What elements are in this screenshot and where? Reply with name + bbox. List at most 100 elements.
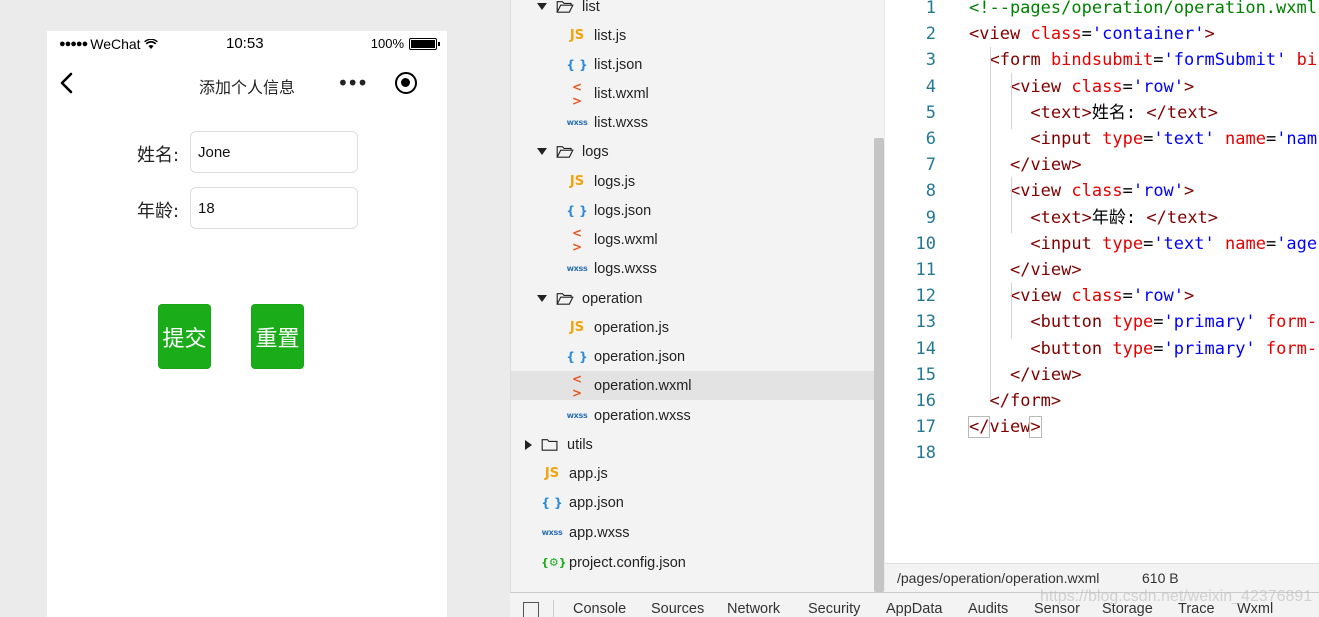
- tab-console[interactable]: Console: [573, 601, 626, 617]
- file-tree-panel: list JS list.js { } list.json < > list.wxml wxs…: [510, 0, 884, 592]
- code-text: <form bindsubmit='formSubmit' bi: [989, 50, 1318, 71]
- tree-file[interactable]: {⚙} project.config.json: [511, 548, 875, 577]
- tab-wxml[interactable]: Wxml: [1237, 601, 1273, 617]
- code-line: 15 </view>: [885, 362, 1319, 388]
- code-text: <view class='row'>: [1009, 181, 1195, 202]
- line-number: 9: [925, 207, 936, 228]
- tree-item-label: operation.wxml: [594, 377, 692, 394]
- tree-file[interactable]: { } logs.json: [511, 196, 875, 225]
- tree-item-label: list: [582, 0, 600, 15]
- battery-percent: 100%: [370, 36, 404, 51]
- tab-sensor[interactable]: Sensor: [1034, 601, 1080, 617]
- code-line: 16 </form>: [885, 388, 1319, 414]
- code-line: 1 <!--pages/operation/operation.wxml: [885, 0, 1319, 21]
- tree-item-label: app.js: [569, 465, 608, 482]
- tree-folder[interactable]: operation: [511, 284, 875, 313]
- line-number: 1: [925, 0, 936, 18]
- line-number: 13: [915, 312, 936, 333]
- tab-security[interactable]: Security: [808, 601, 860, 617]
- tree-item-label: logs.wxss: [594, 260, 657, 277]
- tree-file[interactable]: JS list.js: [511, 21, 875, 50]
- tree-file[interactable]: { } app.json: [511, 488, 875, 517]
- code-line: 17 </view>: [885, 414, 1319, 440]
- config-file-icon: {⚙}: [541, 556, 567, 569]
- file-size: 610 B: [1142, 570, 1179, 586]
- code-text: <view class='row'>: [1009, 76, 1195, 97]
- code-line: 4 <view class='row'>: [885, 74, 1319, 100]
- js-file-icon: JS: [569, 320, 585, 335]
- tree-item-label: logs.js: [594, 173, 636, 190]
- expand-arrow-icon[interactable]: [537, 295, 547, 302]
- code-line: 12 <view class='row'>: [885, 283, 1319, 309]
- js-file-icon: JS: [569, 174, 585, 189]
- code-line: 14 <button type='primary' form-: [885, 336, 1319, 362]
- code-line: 7 </view>: [885, 152, 1319, 178]
- tab-storage[interactable]: Storage: [1102, 601, 1153, 617]
- tab-trace[interactable]: Trace: [1178, 601, 1215, 617]
- battery-icon: [409, 37, 440, 50]
- tree-item-label: logs: [582, 143, 609, 160]
- devtools-tabbar: Console Sources Network Security AppData Audi…: [510, 592, 1319, 617]
- line-number: 2: [925, 24, 936, 45]
- tree-file[interactable]: JS operation.js: [511, 313, 875, 342]
- code-editor[interactable]: 1 <!--pages/operation/operation.wxml 2 <vie…: [885, 0, 1319, 563]
- tree-item-label: app.wxss: [569, 524, 630, 541]
- tree-folder[interactable]: list: [511, 0, 875, 21]
- tree-item-label: operation.json: [594, 348, 686, 365]
- more-icon[interactable]: •••: [337, 73, 368, 93]
- tab-audits[interactable]: Audits: [968, 601, 1008, 617]
- line-number: 4: [925, 76, 936, 97]
- tab-network[interactable]: Network: [727, 601, 780, 617]
- file-tree-scrollbar[interactable]: [874, 138, 884, 592]
- tree-item-label: app.json: [569, 494, 624, 511]
- code-text: <view class='row'>: [1009, 286, 1195, 307]
- tree-file[interactable]: JS logs.js: [511, 167, 875, 196]
- tree-file[interactable]: wxss list.wxss: [511, 108, 875, 137]
- code-text: <!--pages/operation/operation.wxml: [969, 0, 1317, 18]
- line-number: 18: [915, 443, 936, 464]
- carrier-name: WeChat: [90, 36, 141, 52]
- tab-appdata[interactable]: AppData: [886, 601, 942, 617]
- code-text: <input type='text' name='nam: [1030, 129, 1318, 149]
- status-bar: ●●●●● WeChat 10:53 100%: [47, 31, 447, 57]
- tree-file[interactable]: wxss operation.wxss: [511, 401, 875, 430]
- tree-file[interactable]: JS app.js: [511, 459, 875, 488]
- code-line: 3 <form bindsubmit='formSubmit' bi: [885, 47, 1319, 73]
- tree-file[interactable]: wxss app.wxss: [511, 518, 875, 547]
- signal-icon: ●●●●●: [59, 38, 88, 50]
- wxss-file-icon: wxss: [566, 118, 588, 127]
- code-text: </view>: [1009, 260, 1082, 280]
- simulator-panel: ●●●●● WeChat 10:53 100% 添加个人信息 ••• 姓名: J…: [0, 0, 510, 617]
- folder-open-icon: [556, 293, 574, 305]
- code-line: 5 <text>姓名: </text>: [885, 100, 1319, 126]
- age-input[interactable]: [190, 187, 358, 229]
- collapse-arrow-icon[interactable]: [525, 439, 532, 450]
- code-text: <input type='text' name='age: [1030, 233, 1318, 254]
- inspect-element-icon[interactable]: [523, 602, 539, 617]
- tab-sources[interactable]: Sources: [651, 601, 704, 617]
- line-number: 11: [915, 260, 936, 280]
- tree-file[interactable]: < > list.wxml: [511, 79, 875, 108]
- code-text: <button type='primary' form-: [1030, 338, 1318, 359]
- tree-folder[interactable]: utils: [511, 430, 875, 459]
- tree-file[interactable]: { } list.json: [511, 50, 875, 79]
- json-file-icon: { }: [566, 57, 588, 72]
- expand-arrow-icon[interactable]: [537, 148, 547, 155]
- wxss-file-icon: wxss: [566, 264, 588, 273]
- submit-button[interactable]: 提交: [158, 304, 211, 369]
- code-line: 6 <input type='text' name='nam: [885, 126, 1319, 152]
- tree-folder[interactable]: logs: [511, 137, 875, 166]
- expand-arrow-icon[interactable]: [537, 3, 547, 10]
- tree-file[interactable]: < > operation.wxml: [511, 371, 875, 400]
- tree-file[interactable]: wxss logs.wxss: [511, 254, 875, 283]
- tree-item-label: list.wxss: [594, 114, 648, 131]
- tree-item-label: project.config.json: [569, 554, 686, 571]
- wxss-file-icon: wxss: [541, 528, 563, 537]
- tree-file[interactable]: { } operation.json: [511, 342, 875, 371]
- folder-open-icon: [556, 1, 574, 13]
- reset-button[interactable]: 重置: [251, 304, 304, 369]
- tree-file[interactable]: < > logs.wxml: [511, 225, 875, 254]
- wxss-file-icon: wxss: [566, 411, 588, 420]
- close-capsule-icon[interactable]: [395, 72, 417, 94]
- name-input[interactable]: [190, 131, 358, 173]
